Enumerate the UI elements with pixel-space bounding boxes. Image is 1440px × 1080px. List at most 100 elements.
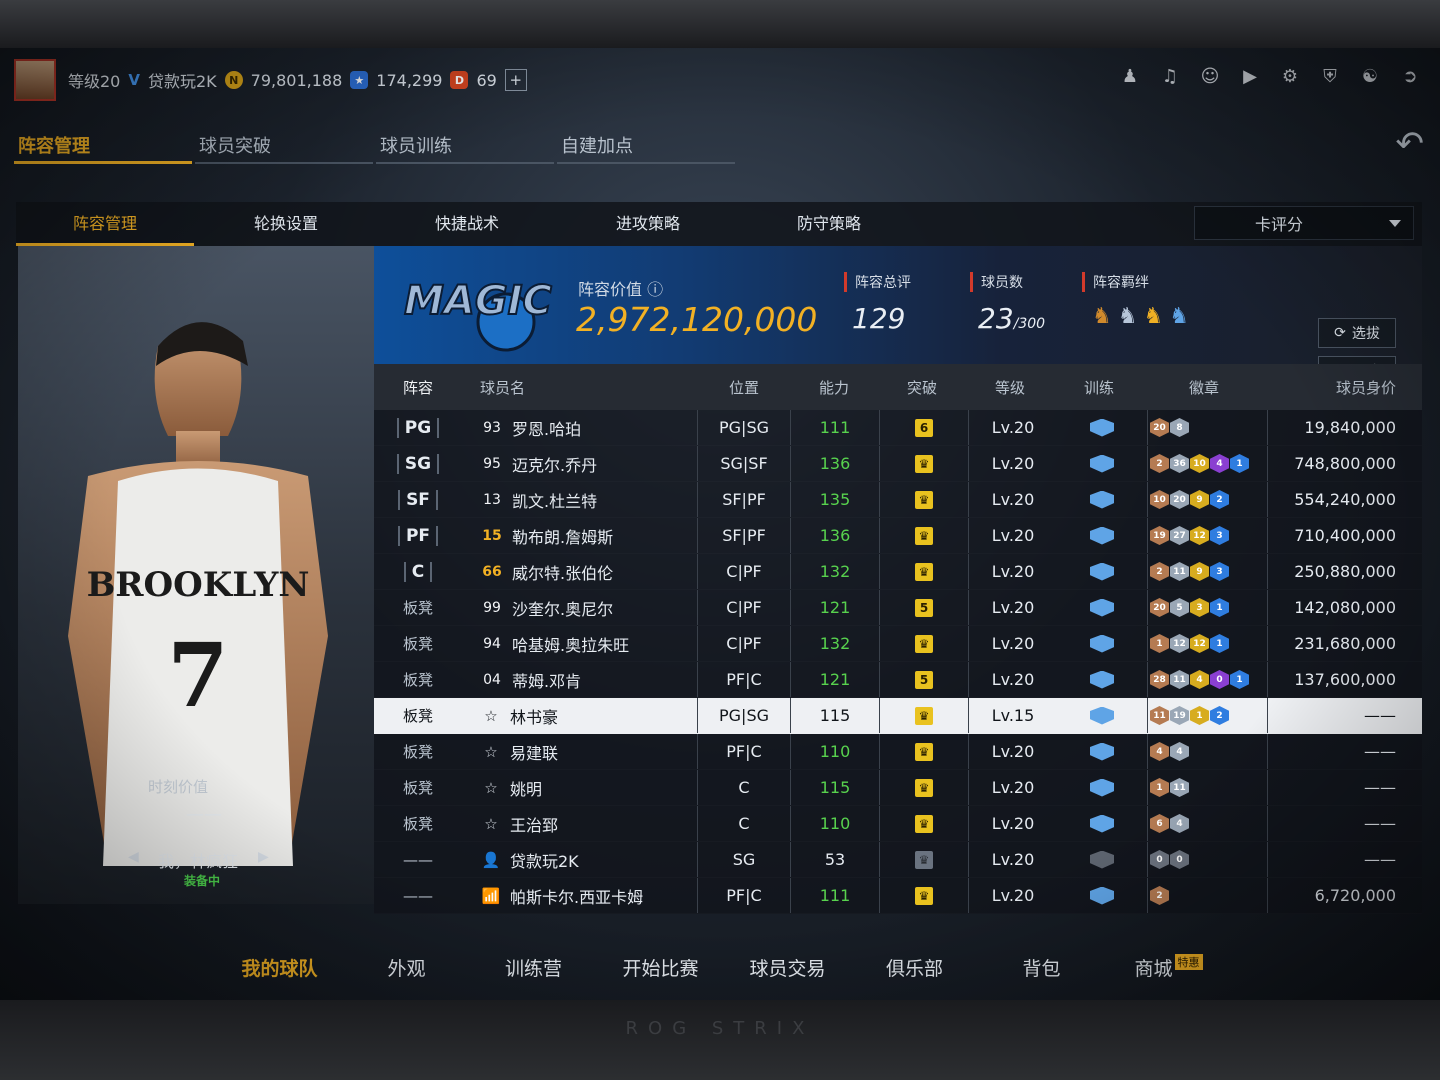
bond-icon: ♞	[1143, 304, 1164, 329]
slot-tag: 板凳	[402, 635, 433, 653]
subtab-defense[interactable]: 防守策略	[740, 202, 918, 246]
badges-cell: 2 36 10 4 1	[1148, 446, 1268, 481]
table-row[interactable]: C 66 威尔特.张伯伦 C|PF 132 ♛ Lv.20 2 11 9 3 250,8…	[374, 554, 1422, 590]
col-price[interactable]: 球员身价	[1264, 377, 1422, 398]
tab-lineup[interactable]: 阵容管理	[14, 124, 192, 164]
prev-arrow-icon[interactable]: ◀	[128, 849, 139, 865]
table-row[interactable]: SF 13 凯文.杜兰特 SF|PF 135 ♛ Lv.20 10 20 9 2 554…	[374, 482, 1422, 518]
table-row[interactable]: 板凳 99 沙奎尔.奥尼尔 C|PF 121 5 Lv.20 20 5 3 1 142,…	[374, 590, 1422, 626]
col-training[interactable]: 训练	[1054, 377, 1144, 398]
slot-cell: ——	[374, 886, 462, 905]
badge-count: 2	[1210, 490, 1229, 509]
subtab-quick-tactics[interactable]: 快捷战术	[378, 202, 556, 246]
table-body: PG 93 罗恩.哈珀 PG|SG 111 6 Lv.20 20 8 19,840,…	[374, 410, 1422, 914]
table-row[interactable]: 板凳 94 哈基姆.奥拉朱旺 C|PF 132 ♛ Lv.20 1 12 12 1 23…	[374, 626, 1422, 662]
back-arrow-icon[interactable]: ↶	[1396, 124, 1425, 164]
position-cell: PF|C	[698, 734, 791, 769]
badges-cell: 20 5 3 1	[1148, 590, 1268, 625]
col-level[interactable]: 等级	[966, 377, 1054, 398]
nav-shop[interactable]: 商城 特惠	[1105, 954, 1232, 981]
table-row[interactable]: SG 95 迈克尔.乔丹 SG|SF 136 ♛ Lv.20 2 36 10 4 1 74…	[374, 446, 1422, 482]
jersey-number: 66	[482, 563, 502, 580]
blue-points-value: 174,299	[376, 70, 443, 90]
friends-icon[interactable]: ☺	[1200, 66, 1220, 87]
training-icon	[1090, 706, 1114, 725]
roster-table: 阵容 球员名 位置 能力 突破 等级 训练 徽章 球员身价 PG 93 罗恩.哈珀…	[374, 364, 1422, 914]
gear-icon[interactable]: ⚙	[1280, 66, 1300, 87]
position-cell: C|PF	[698, 590, 791, 625]
bond-icon: ♞	[1092, 304, 1112, 329]
nav-player-trade[interactable]: 球员交易	[724, 954, 851, 981]
player-name: 贷款玩2K	[510, 851, 579, 871]
bond-icons[interactable]: ♞ ♞ ♞ ♞	[1092, 304, 1189, 329]
exit-icon[interactable]: ➲	[1400, 66, 1420, 87]
add-currency-button[interactable]: +	[504, 69, 527, 91]
nav-my-team[interactable]: 我的球队	[216, 954, 343, 981]
player-name: 勒布朗.詹姆斯	[512, 527, 614, 547]
price-cell: 19,840,000	[1304, 418, 1396, 437]
name-cell: 15 勒布朗.詹姆斯	[462, 518, 698, 553]
col-badges[interactable]: 徽章	[1144, 377, 1264, 398]
badge-count: 20	[1150, 598, 1169, 617]
subtab-rotation[interactable]: 轮换设置	[197, 202, 375, 246]
table-row[interactable]: PF 15 勒布朗.詹姆斯 SF|PF 136 ♛ Lv.20 19 27 12 3 7…	[374, 518, 1422, 554]
headset-icon[interactable]: ☯	[1360, 66, 1380, 87]
select-button[interactable]: ⟳ 选拔	[1318, 318, 1396, 348]
ability-cell: 110	[791, 806, 880, 841]
col-slot[interactable]: 阵容	[374, 377, 462, 398]
badge-count: 4	[1190, 670, 1209, 689]
position-cell: SG	[698, 842, 791, 877]
col-name[interactable]: 球员名	[462, 377, 698, 398]
badge-count: 4	[1150, 742, 1169, 761]
col-breakthrough[interactable]: 突破	[878, 377, 966, 398]
table-row[interactable]: 板凳 04 蒂姆.邓肯 PF|C 121 5 Lv.20 28 11 4 0 1 137,…	[374, 662, 1422, 698]
training-icon	[1090, 850, 1114, 869]
laptop-bezel-bottom	[0, 1000, 1440, 1080]
shield-icon[interactable]: ⛨	[1320, 66, 1340, 87]
nav-backpack[interactable]: 背包	[978, 954, 1105, 981]
level-cell: Lv.20	[991, 490, 1035, 509]
badges-cell: 28 11 4 0 1	[1148, 662, 1268, 697]
breakthrough-badge: ♛	[915, 814, 933, 833]
col-ability[interactable]: 能力	[790, 377, 878, 398]
slot-cell: 板凳	[374, 669, 462, 690]
price-cell: 250,880,000	[1294, 562, 1396, 581]
ability-cell: 132	[791, 626, 880, 661]
jersey-number: 99	[483, 599, 501, 616]
nav-appearance[interactable]: 外观	[343, 954, 470, 981]
level-cell: Lv.20	[991, 670, 1035, 689]
tab-training[interactable]: 球员训练	[376, 124, 554, 164]
equipped-status: 装备中	[184, 874, 221, 888]
level-cell: Lv.20	[991, 526, 1035, 545]
player-avatar[interactable]	[14, 59, 56, 101]
table-row[interactable]: PG 93 罗恩.哈珀 PG|SG 111 6 Lv.20 20 8 19,840,…	[374, 410, 1422, 446]
training-cell	[1057, 410, 1148, 445]
table-header: 阵容 球员名 位置 能力 突破 等级 训练 徽章 球员身价	[374, 364, 1422, 410]
sort-dropdown[interactable]: 卡评分	[1194, 206, 1414, 240]
subtab-offense[interactable]: 进攻策略	[559, 202, 737, 246]
price-cell: 6,720,000	[1314, 886, 1396, 905]
table-row[interactable]: 板凳 ☆ 姚明 C 115 ♛ Lv.20 1 11 ——	[374, 770, 1422, 806]
next-arrow-icon[interactable]: ▶	[258, 849, 269, 865]
tab-breakthrough[interactable]: 球员突破	[195, 124, 373, 164]
person-icon[interactable]: ♟	[1120, 66, 1140, 87]
subtab-lineup[interactable]: 阵容管理	[16, 202, 194, 246]
bond-label: 阵容羁绊	[1082, 272, 1149, 292]
table-row[interactable]: —— 👤 贷款玩2K SG 53 ♛ Lv.20 00 ——	[374, 842, 1422, 878]
nav-start-game[interactable]: 开始比赛	[597, 954, 724, 981]
tab-custom-points[interactable]: 自建加点	[557, 124, 735, 164]
bell-icon[interactable]: ♫	[1160, 66, 1180, 87]
col-position[interactable]: 位置	[698, 377, 790, 398]
laptop-brand: ROG STRIX	[625, 1018, 815, 1039]
nav-training-camp[interactable]: 训练营	[470, 954, 597, 981]
table-row[interactable]: —— 📶 帕斯卡尔.西亚卡姆 PF|C 111 ♛ Lv.20 2 6,720,0…	[374, 878, 1422, 914]
table-row[interactable]: 板凳 ☆ 易建联 PF|C 110 ♛ Lv.20 44 ——	[374, 734, 1422, 770]
table-row[interactable]: 板凳 ☆ 王治郅 C 110 ♛ Lv.20 64 ——	[374, 806, 1422, 842]
price-cell: ——	[1364, 778, 1396, 797]
slot-tag: ——	[403, 887, 433, 905]
video-icon[interactable]: ▶	[1240, 66, 1260, 87]
moment-value-label: 时刻价值	[148, 778, 209, 796]
table-row[interactable]: 板凳 ☆ 林书豪 PG|SG 115 ♛ Lv.15 11 19 1 2 ——	[374, 698, 1422, 734]
badge-count: 3	[1190, 598, 1209, 617]
nav-club[interactable]: 俱乐部	[851, 954, 978, 981]
